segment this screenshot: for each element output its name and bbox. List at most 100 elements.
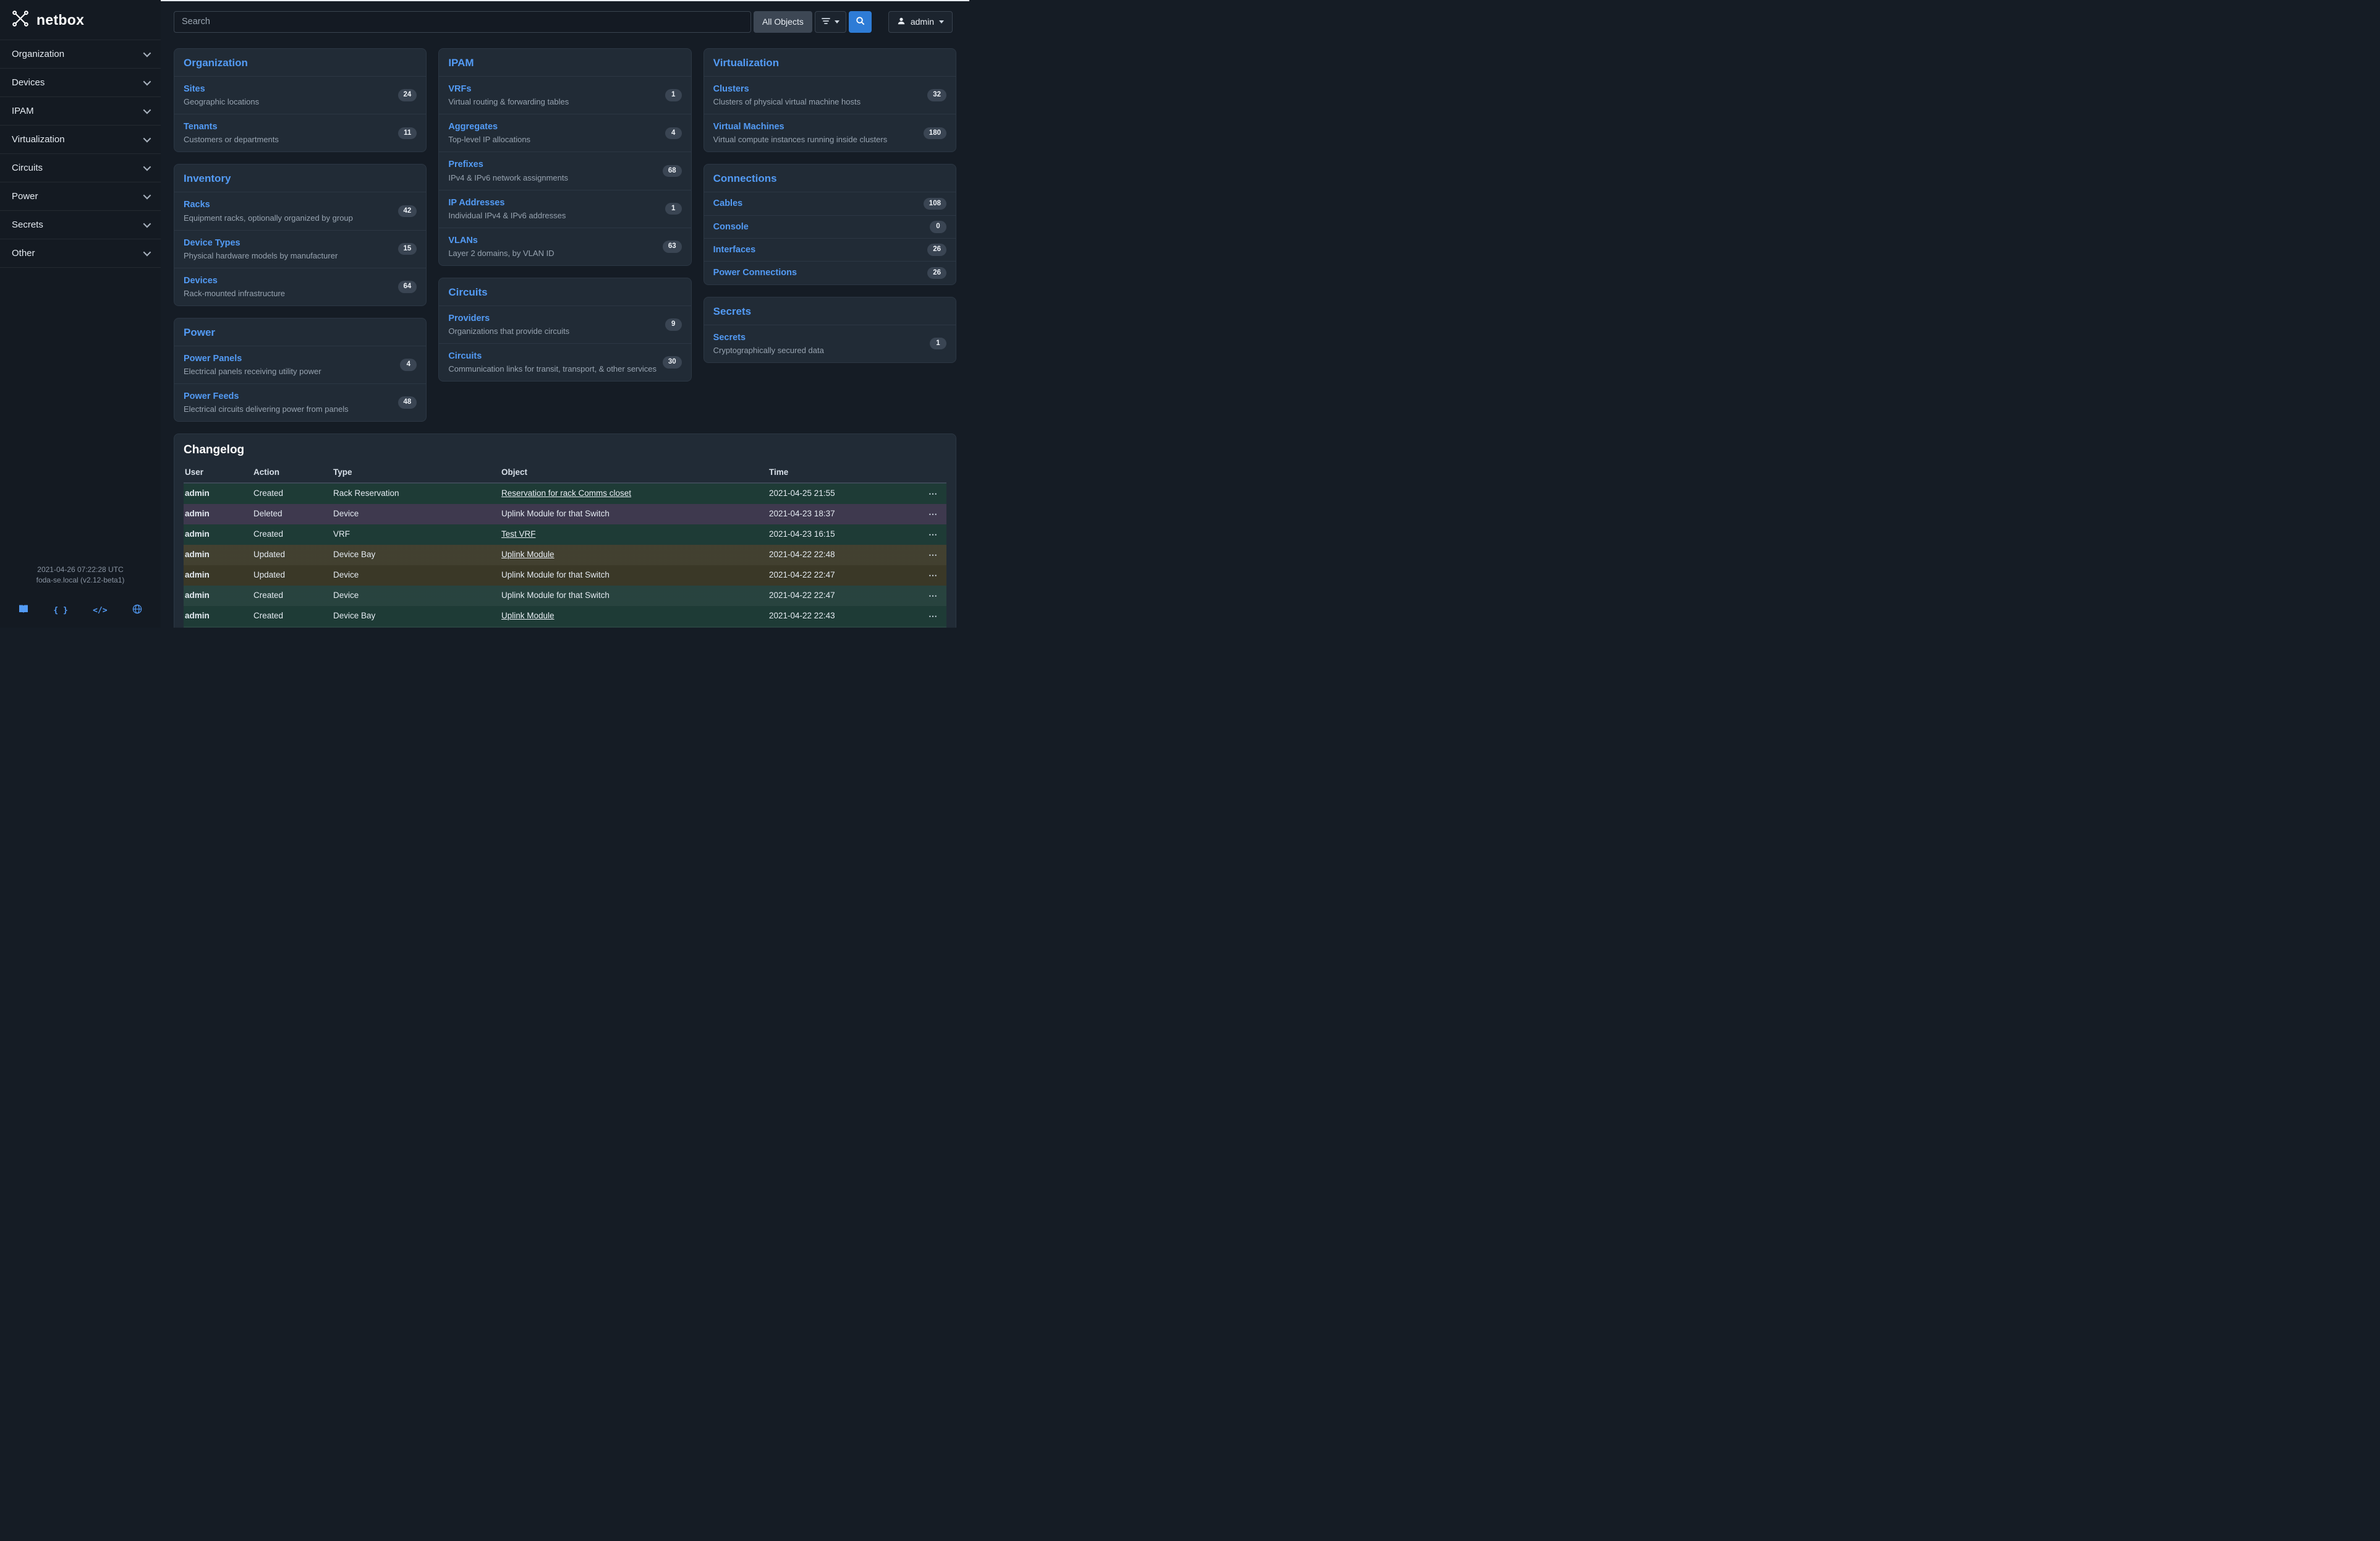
cell-object: Uplink Module — [500, 606, 768, 626]
item-link[interactable]: Aggregates — [448, 122, 498, 132]
dashboard-item-device-types: Device Types Physical hardware models by… — [174, 230, 426, 268]
count-badge[interactable]: 64 — [398, 281, 417, 293]
count-badge[interactable]: 11 — [398, 127, 417, 140]
cell-time: 2021-04-22 22:48 — [768, 545, 912, 565]
dashboard-item-providers: Providers Organizations that provide cir… — [439, 305, 691, 343]
item-description: Physical hardware models by manufacturer — [184, 251, 338, 262]
globe-icon[interactable] — [132, 604, 142, 617]
object-link[interactable]: Uplink Module — [501, 550, 555, 559]
user-menu-button[interactable]: admin — [888, 11, 953, 33]
cell-user: admin — [184, 586, 252, 606]
count-badge[interactable]: 1 — [665, 89, 682, 101]
item-description: Virtual compute instances running inside… — [713, 135, 888, 145]
item-link[interactable]: Devices — [184, 276, 218, 286]
count-badge[interactable]: 48 — [398, 396, 417, 409]
caret-down-icon — [835, 20, 839, 23]
count-badge[interactable]: 9 — [665, 318, 682, 331]
row-menu-button[interactable]: ⋯ — [925, 509, 941, 519]
count-badge[interactable]: 180 — [924, 127, 946, 140]
object-link[interactable]: Test VRF — [501, 529, 536, 539]
row-menu-button[interactable]: ⋯ — [925, 611, 941, 621]
count-badge[interactable]: 4 — [665, 127, 682, 140]
column-header-action: Action — [252, 464, 332, 483]
row-menu-button[interactable]: ⋯ — [925, 529, 941, 540]
cell-action: Created — [252, 606, 332, 626]
sidebar-item-other[interactable]: Other — [0, 239, 161, 268]
search-scope-button[interactable]: All Objects — [754, 11, 812, 33]
sidebar-item-organization[interactable]: Organization — [0, 40, 161, 69]
cell-time: 2021-04-22 22:47 — [768, 565, 912, 586]
dashboard-item-virtual-machines: Virtual Machines Virtual compute instanc… — [704, 114, 956, 152]
count-badge[interactable]: 68 — [663, 165, 682, 177]
count-badge[interactable]: 26 — [927, 244, 946, 256]
dashboard-item-secrets: Secrets Cryptographically secured data 1 — [704, 325, 956, 362]
search-input[interactable] — [174, 11, 751, 33]
row-menu-button[interactable]: ⋯ — [925, 489, 941, 499]
sidebar-item-ipam[interactable]: IPAM — [0, 97, 161, 126]
count-badge[interactable]: 42 — [398, 205, 417, 218]
row-menu-button[interactable]: ⋯ — [925, 570, 941, 581]
count-badge[interactable]: 32 — [927, 89, 946, 101]
item-link[interactable]: IP Addresses — [448, 198, 504, 208]
item-link[interactable]: Power Connections — [713, 267, 797, 279]
row-menu-button[interactable]: ⋯ — [925, 591, 941, 601]
item-description: Cryptographically secured data — [713, 346, 824, 356]
source-code-icon[interactable]: </> — [93, 606, 107, 615]
rest-api-braces-icon[interactable]: { } — [53, 606, 67, 615]
cell-user: admin — [184, 483, 252, 504]
sidebar-item-devices[interactable]: Devices — [0, 69, 161, 97]
count-badge[interactable]: 4 — [400, 359, 417, 371]
item-link[interactable]: Cables — [713, 197, 743, 210]
item-link[interactable]: Power Panels — [184, 354, 242, 364]
cell-user: admin — [184, 626, 252, 628]
item-link[interactable]: Interfaces — [713, 244, 756, 256]
sidebar-item-power[interactable]: Power — [0, 182, 161, 211]
count-badge[interactable]: 24 — [398, 89, 417, 101]
footer-links: { } </> — [0, 586, 161, 621]
netbox-logo[interactable]: netbox — [0, 0, 161, 40]
card-power: Power Power Panels Electrical panels rec… — [174, 318, 427, 422]
count-badge[interactable]: 108 — [924, 198, 946, 210]
item-link[interactable]: Clusters — [713, 84, 749, 94]
item-text: VLANs Layer 2 domains, by VLAN ID — [448, 234, 554, 259]
sidebar-item-secrets[interactable]: Secrets — [0, 211, 161, 239]
count-badge[interactable]: 63 — [663, 241, 682, 253]
item-link[interactable]: Providers — [448, 314, 490, 323]
item-link[interactable]: Device Types — [184, 238, 240, 248]
sidebar-item-virtualization[interactable]: Virtualization — [0, 126, 161, 154]
item-link[interactable]: Sites — [184, 84, 205, 94]
changelog-header-row: User Action Type Object Time — [184, 464, 946, 483]
dashboard-item-cables: Cables 108 — [704, 192, 956, 215]
item-link[interactable]: Racks — [184, 200, 210, 210]
count-badge[interactable]: 26 — [927, 267, 946, 280]
count-badge[interactable]: 1 — [665, 203, 682, 215]
item-link[interactable]: Console — [713, 221, 749, 233]
item-link[interactable]: Power Feeds — [184, 391, 239, 401]
search-submit-button[interactable] — [849, 11, 872, 33]
item-link[interactable]: VRFs — [448, 84, 471, 94]
count-badge[interactable]: 1 — [930, 338, 946, 350]
dashboard-column-2: IPAM VRFs Virtual routing & forwarding t… — [438, 48, 691, 422]
object-link[interactable]: Uplink Module — [501, 611, 555, 620]
sidebar-item-label: IPAM — [12, 106, 34, 116]
item-link[interactable]: VLANs — [448, 236, 478, 245]
brand-name: netbox — [36, 12, 84, 28]
object-link[interactable]: Reservation for rack Comms closet — [501, 489, 631, 498]
dashboard-item-vlans: VLANs Layer 2 domains, by VLAN ID 63 — [439, 228, 691, 265]
sidebar-item-circuits[interactable]: Circuits — [0, 154, 161, 182]
item-link[interactable]: Circuits — [448, 351, 482, 361]
cell-menu: ⋯ — [912, 565, 946, 586]
item-link[interactable]: Tenants — [184, 122, 218, 132]
caret-down-icon — [939, 20, 944, 23]
count-badge[interactable]: 0 — [930, 221, 946, 233]
item-link[interactable]: Virtual Machines — [713, 122, 784, 132]
docs-book-icon[interactable] — [19, 605, 28, 616]
count-badge[interactable]: 30 — [663, 356, 682, 369]
sidebar-item-label: Devices — [12, 77, 45, 88]
item-link[interactable]: Secrets — [713, 333, 746, 343]
item-link[interactable]: Prefixes — [448, 160, 483, 169]
row-menu-button[interactable]: ⋯ — [925, 550, 941, 560]
item-text: Circuits Communication links for transit… — [448, 350, 657, 375]
count-badge[interactable]: 15 — [398, 243, 417, 255]
search-filter-button[interactable] — [815, 11, 846, 33]
